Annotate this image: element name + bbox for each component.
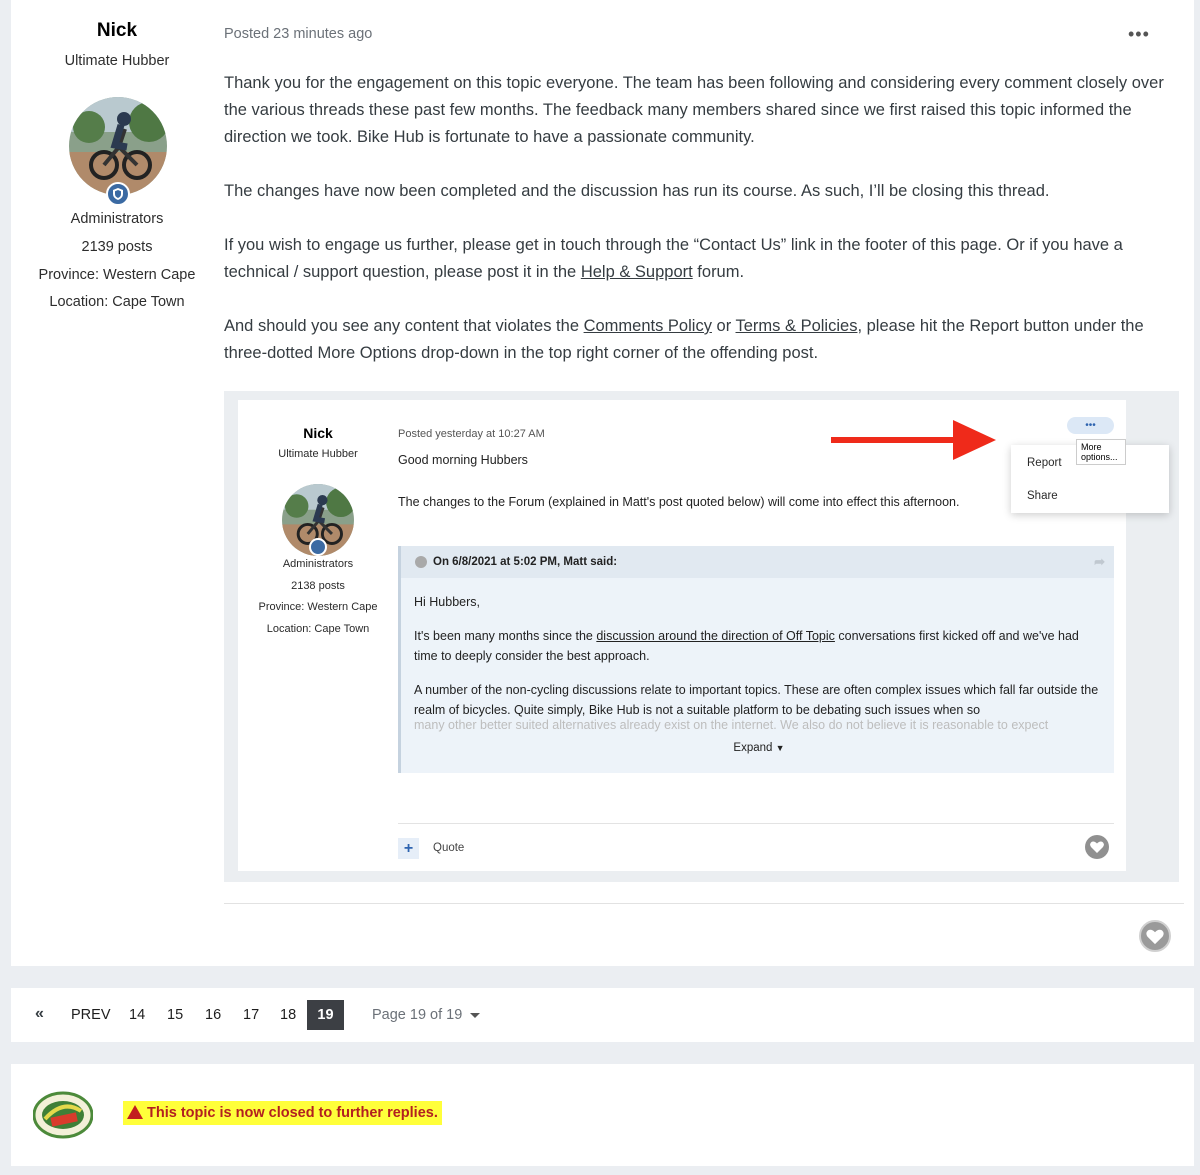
author-group: Administrators <box>70 211 164 227</box>
share-icon: ➦ <box>1094 554 1105 569</box>
pagination-bar: « PREV 14 15 16 17 18 19 Page 19 of 19 <box>11 988 1194 1042</box>
caret-down-icon <box>470 1012 481 1018</box>
embed-badge-icon <box>309 538 327 556</box>
embed-menu-item: Share <box>1027 490 1058 502</box>
more-options-icon[interactable]: ••• <box>1128 24 1150 45</box>
admin-badge-icon <box>106 182 130 206</box>
embed-line: The changes to the Forum (explained in M… <box>398 495 960 509</box>
post-divider <box>224 903 1184 904</box>
user-avatar-logo[interactable] <box>33 1089 93 1141</box>
embed-quote-block: On 6/8/2021 at 5:02 PM, Matt said: ➦ Hi … <box>398 546 1114 773</box>
embed-multiquote-icon: + <box>398 838 419 859</box>
topic-closed-panel: This topic is now closed to further repl… <box>11 1064 1194 1166</box>
embed-group: Administrators <box>282 558 354 570</box>
embed-quote-button: Quote <box>433 842 465 854</box>
red-arrow-icon <box>831 420 996 460</box>
page-link[interactable]: 16 <box>205 1007 221 1023</box>
post-paragraph: If you wish to engage us further, please… <box>224 236 1123 281</box>
author-name[interactable]: Nick <box>11 20 223 42</box>
post-card: Nick Ultimate Hubber Administrators 2139… <box>11 0 1194 966</box>
post-paragraph: The changes have now been completed and … <box>224 182 1050 200</box>
embed-quote-text: Hi Hubbers, <box>414 595 480 609</box>
embed-expand: Expand ▼ <box>733 742 785 754</box>
embed-menu-item: Report <box>1027 457 1062 469</box>
embed-author-title: Ultimate Hubber <box>278 448 358 460</box>
page-link[interactable]: 17 <box>243 1007 259 1023</box>
post-paragraph: And should you see any content that viol… <box>224 317 1144 362</box>
embedded-post: Nick Ultimate Hubber Administrators 2138… <box>238 400 1169 871</box>
embed-timestamp: Posted yesterday at 10:27 AM <box>398 428 545 440</box>
collapse-icon <box>415 556 427 568</box>
embed-location: Location: Cape Town <box>266 623 370 635</box>
embed-author-name: Nick <box>303 425 333 441</box>
embed-quote-header: On 6/8/2021 at 5:02 PM, Matt said: ➦ <box>401 546 1114 578</box>
embed-heart-icon <box>1085 835 1109 859</box>
post-body: Thank you for the engagement on this top… <box>224 70 1179 394</box>
author-title: Ultimate Hubber <box>64 53 170 69</box>
embed-tooltip: More options... <box>1076 439 1126 465</box>
embed-post-count: 2138 posts <box>291 580 345 592</box>
embed-more-options-icon: ••• <box>1067 417 1114 434</box>
page-jump-dropdown[interactable]: Page 19 of 19 <box>372 1007 481 1023</box>
author-province: Province: Western Cape <box>38 267 196 283</box>
help-support-link[interactable]: Help & Support <box>581 263 693 281</box>
topic-closed-notice: This topic is now closed to further repl… <box>123 1101 442 1125</box>
page-link[interactable]: 15 <box>167 1007 183 1023</box>
embed-quote-text: A number of the non-cycling discussions … <box>414 683 1099 717</box>
comments-policy-link[interactable]: Comments Policy <box>584 317 712 335</box>
embed-line: Good morning Hubbers <box>398 453 528 467</box>
embedded-screenshot: Nick Ultimate Hubber Administrators 2138… <box>224 391 1179 882</box>
prev-page-link[interactable]: PREV <box>71 1007 111 1023</box>
author-avatar[interactable] <box>69 97 167 206</box>
post-paragraph: Thank you for the engagement on this top… <box>224 74 1164 146</box>
warning-icon <box>127 1105 143 1119</box>
embed-quote-text: It's been many months since the discussi… <box>414 629 1079 663</box>
terms-policies-link[interactable]: Terms & Policies <box>736 317 858 335</box>
first-page-icon[interactable]: « <box>35 1005 44 1023</box>
embed-quote-faded: many other better suited alternatives al… <box>414 718 1049 732</box>
page-link[interactable]: 18 <box>280 1007 296 1023</box>
react-heart-icon[interactable] <box>1139 920 1171 952</box>
embed-province: Province: Western Cape <box>258 601 378 613</box>
author-location: Location: Cape Town <box>49 294 185 310</box>
embed-divider <box>398 823 1114 824</box>
post-timestamp[interactable]: Posted 23 minutes ago <box>224 26 372 42</box>
current-page[interactable]: 19 <box>307 1000 344 1030</box>
page-link[interactable]: 14 <box>129 1007 145 1023</box>
author-post-count: 2139 posts <box>81 239 153 255</box>
